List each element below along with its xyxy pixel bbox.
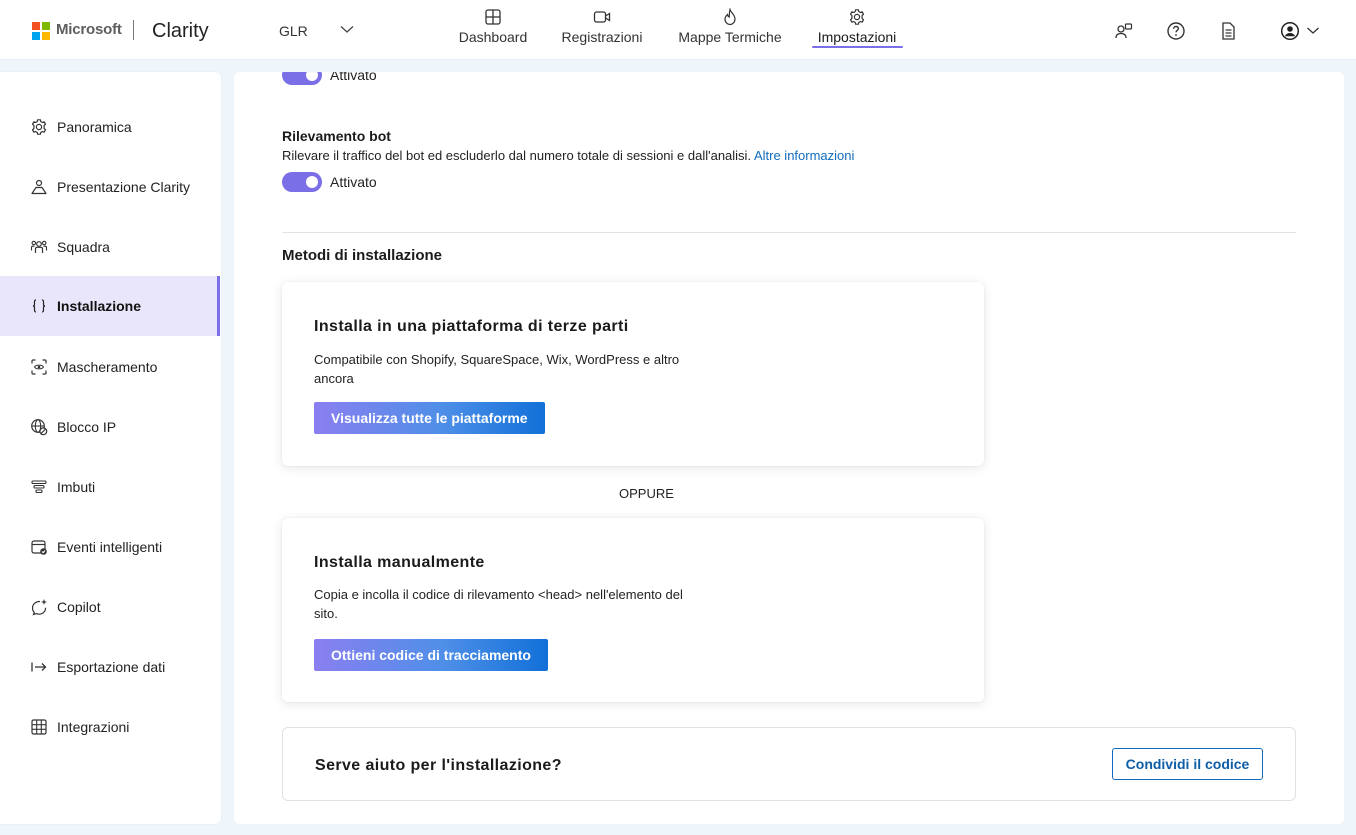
sidebar-item-overview[interactable]: Panoramica	[0, 97, 220, 157]
account-avatar-icon[interactable]	[1280, 21, 1300, 41]
view-all-platforms-button[interactable]: Visualizza tutte le piattaforme	[314, 402, 545, 434]
manual-install-card: Installa manualmente Copia e incolla il …	[282, 518, 984, 702]
tab-heatmaps[interactable]: Mappe Termiche	[678, 6, 782, 54]
sidebar-item-smart-events[interactable]: Eventi intelligenti	[0, 517, 220, 577]
sidebar-item-ip-block[interactable]: Blocco IP	[0, 397, 220, 457]
sidebar-item-label: Copilot	[57, 599, 101, 615]
braces-icon	[32, 299, 46, 313]
tab-dashboard-label: Dashboard	[458, 29, 528, 45]
project-selector-label[interactable]: GLR	[279, 23, 308, 39]
card-description: Compatibile con Shopify, SquareSpace, Wi…	[314, 352, 680, 386]
settings-sidebar: Panoramica Presentazione Clarity Squadra…	[0, 72, 221, 824]
active-tab-indicator	[812, 46, 903, 48]
dashboard-grid-icon	[485, 9, 501, 25]
sidebar-item-clarity-presentation[interactable]: Presentazione Clarity	[0, 157, 220, 217]
tab-recordings-label: Registrazioni	[561, 29, 643, 45]
calendar-event-icon	[31, 540, 47, 555]
sidebar-item-label: Integrazioni	[57, 719, 130, 735]
sidebar-item-label: Esportazione dati	[57, 659, 166, 675]
help-question-icon[interactable]	[1166, 21, 1186, 41]
sidebar-item-team[interactable]: Squadra	[0, 217, 220, 277]
presenter-icon	[31, 179, 47, 195]
card-title: Installa manualmente	[314, 554, 485, 571]
sidebar-item-funnels[interactable]: Imbuti	[0, 457, 220, 517]
tab-settings-label: Impostazioni	[817, 29, 897, 45]
brand-separator	[133, 20, 134, 40]
chevron-down-icon[interactable]	[338, 20, 356, 38]
funnel-icon	[31, 480, 47, 494]
people-team-icon	[30, 240, 48, 253]
flame-icon	[724, 8, 736, 26]
sidebar-item-copilot[interactable]: Copilot	[0, 577, 220, 637]
sidebar-item-label: Blocco IP	[57, 419, 117, 435]
microsoft-brand[interactable]: Microsoft	[56, 21, 122, 38]
sidebar-item-masking[interactable]: Mascheramento	[0, 337, 220, 397]
document-icon[interactable]	[1218, 21, 1238, 41]
or-separator: OPPURE	[619, 486, 674, 501]
toggle-label: Attivato	[330, 174, 377, 190]
install-methods-heading: Metodi di installazione	[282, 247, 443, 264]
learn-more-link[interactable]: Altre informazioni	[754, 148, 854, 163]
help-text: Serve aiuto per l'installazione?	[315, 757, 562, 774]
sidebar-item-integrations[interactable]: Integrazioni	[0, 697, 220, 757]
video-camera-icon	[593, 11, 611, 23]
chevron-down-icon[interactable]	[1305, 21, 1321, 41]
bot-detection-description-text: Rilevare il traffico del bot ed escluder…	[282, 148, 752, 163]
sidebar-item-label: Installazione	[57, 298, 142, 314]
sidebar-item-label: Squadra	[57, 239, 110, 255]
installation-panel: Attivato Rilevamento bot Rilevare il tra…	[234, 72, 1344, 824]
install-help-box: Serve aiuto per l'installazione? Condivi…	[282, 727, 1296, 801]
globe-block-icon	[31, 419, 48, 436]
card-description: Copia e incolla il codice di rilevamento…	[314, 587, 683, 621]
microsoft-logo-icon[interactable]	[32, 22, 50, 40]
get-tracking-code-button[interactable]: Ottieni codice di tracciamento	[314, 639, 548, 671]
tab-dashboard[interactable]: Dashboard	[458, 6, 528, 54]
sidebar-item-installation[interactable]: Installazione	[0, 276, 220, 336]
sidebar-item-label: Imbuti	[57, 479, 96, 495]
top-toggle-row: Attivato	[282, 72, 377, 85]
section-divider	[282, 232, 1296, 233]
share-code-button[interactable]: Condividi il codice	[1112, 748, 1263, 780]
sidebar-item-label: Panoramica	[57, 119, 132, 135]
bot-detection-toggle-row: Attivato	[282, 172, 377, 192]
top-setting-toggle[interactable]	[282, 72, 322, 85]
sidebar-item-label: Presentazione Clarity	[57, 179, 191, 195]
card-title: Installa in una piattaforma di terze par…	[314, 318, 629, 335]
tab-recordings[interactable]: Registrazioni	[561, 6, 643, 54]
arrow-export-icon	[31, 662, 47, 672]
tab-heatmaps-label: Mappe Termiche	[678, 29, 782, 45]
integrations-grid-icon	[31, 719, 47, 735]
copilot-sparkle-icon	[31, 599, 47, 616]
bot-detection-description: Rilevare il traffico del bot ed escluder…	[282, 148, 854, 163]
top-bar: Microsoft Clarity GLR Dashboard Registra…	[0, 0, 1356, 60]
sidebar-item-label: Eventi intelligenti	[57, 539, 163, 555]
gear-icon	[849, 9, 865, 25]
toggle-label: Attivato	[330, 72, 377, 83]
sidebar-item-data-export[interactable]: Esportazione dati	[0, 637, 220, 697]
gear-icon	[31, 119, 47, 135]
bot-detection-toggle[interactable]	[282, 172, 322, 192]
people-settings-icon[interactable]	[1114, 21, 1134, 41]
bot-detection-title: Rilevamento bot	[282, 128, 391, 144]
app-name[interactable]: Clarity	[152, 20, 209, 43]
third-party-install-card: Installa in una piattaforma di terze par…	[282, 282, 984, 466]
sidebar-item-label: Mascheramento	[57, 359, 158, 375]
scan-mask-icon	[31, 359, 47, 375]
